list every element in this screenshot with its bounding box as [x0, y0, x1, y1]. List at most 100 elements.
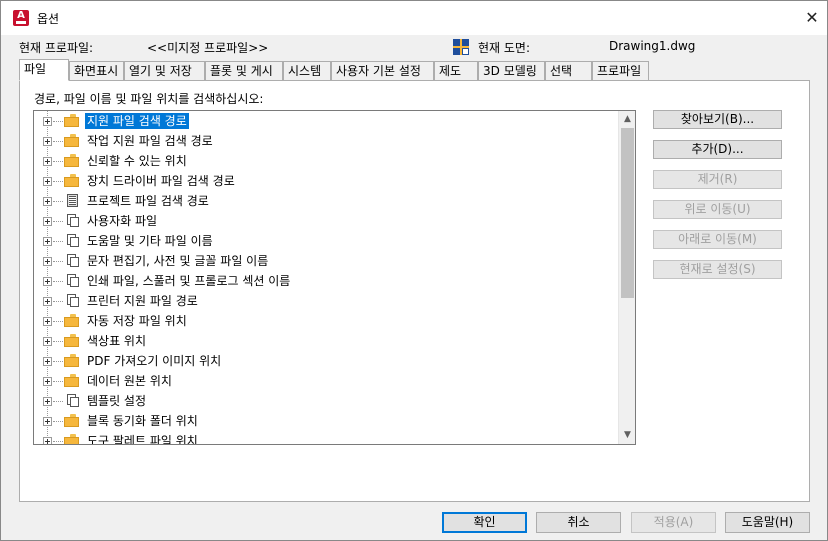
expand-icon[interactable] [43, 257, 52, 266]
tree-item-label: 템플릿 설정 [87, 394, 147, 408]
cancel-button[interactable]: 취소 [536, 512, 621, 533]
expand-icon[interactable] [43, 177, 52, 186]
folder-icon [64, 314, 79, 327]
expand-icon[interactable] [43, 377, 52, 386]
folder-icon [64, 134, 79, 147]
tree-item-label: 프린터 지원 파일 경로 [87, 294, 198, 308]
tree-item-label: 문자 편집기, 사전 및 글꼴 파일 이름 [87, 254, 269, 268]
tree-scrollbar[interactable]: ▲ ▼ [618, 111, 635, 444]
folder-icon [64, 334, 79, 347]
files-tab-panel: 경로, 파일 이름 및 파일 위치를 검색하십시오: 지원 파일 검색 경로 작… [19, 80, 810, 502]
folder-icon [64, 114, 79, 127]
tree-item[interactable]: 도구 팔레트 파일 위치 [34, 431, 618, 445]
tab-plot-publish[interactable]: 플롯 및 게시 [205, 61, 283, 81]
expand-icon[interactable] [43, 237, 52, 246]
tab-open-save[interactable]: 열기 및 저장 [124, 61, 205, 81]
tree-item[interactable]: 프린터 지원 파일 경로 [34, 291, 618, 311]
tab-system[interactable]: 시스템 [283, 61, 331, 81]
set-current-button[interactable]: 현재로 설정(S) [653, 260, 782, 279]
folder-icon [64, 354, 79, 367]
expand-icon[interactable] [43, 417, 52, 426]
options-dialog: A 옵션 ✕ 현재 프로파일: <<미지정 프로파일>> 현재 도면: Draw… [0, 0, 828, 541]
tab-3d-modeling[interactable]: 3D 모델링 [478, 61, 545, 81]
tree-item[interactable]: 템플릿 설정 [34, 391, 618, 411]
tab-display[interactable]: 화면표시 [69, 61, 124, 81]
documents-icon [64, 274, 79, 287]
project-icon [64, 194, 79, 207]
tree-item[interactable]: 인쇄 파일, 스풀러 및 프롤로그 섹션 이름 [34, 271, 618, 291]
tree-item[interactable]: 자동 저장 파일 위치 [34, 311, 618, 331]
tree-item-label: 프로젝트 파일 검색 경로 [87, 194, 209, 208]
chevron-down-icon[interactable]: ▼ [619, 427, 635, 444]
tab-files[interactable]: 파일 [19, 59, 69, 81]
tree-item-label: 자동 저장 파일 위치 [87, 314, 187, 328]
current-profile-label: 현재 프로파일: [19, 41, 94, 55]
tree-item[interactable]: 데이터 원본 위치 [34, 371, 618, 391]
tree-item-label: 도움말 및 기타 파일 이름 [87, 234, 213, 248]
expand-icon[interactable] [43, 297, 52, 306]
folder-icon [64, 174, 79, 187]
move-up-button[interactable]: 위로 이동(U) [653, 200, 782, 219]
panel-instruction: 경로, 파일 이름 및 파일 위치를 검색하십시오: [34, 92, 264, 106]
expand-icon[interactable] [43, 277, 52, 286]
expand-icon[interactable] [43, 437, 52, 444]
tree-item-label: PDF 가져오기 이미지 위치 [87, 354, 222, 368]
browse-button[interactable]: 찾아보기(B)... [653, 110, 782, 129]
tab-drafting[interactable]: 제도 [434, 61, 478, 81]
documents-icon [64, 294, 79, 307]
title-bar: A 옵션 ✕ [1, 1, 827, 35]
tree-item-label: 지원 파일 검색 경로 [85, 113, 189, 129]
expand-icon[interactable] [43, 397, 52, 406]
scrollbar-thumb[interactable] [621, 128, 634, 298]
folder-icon [64, 154, 79, 167]
tree-item-label: 사용자화 파일 [87, 214, 158, 228]
window-title: 옵션 [37, 12, 60, 26]
remove-button[interactable]: 제거(R) [653, 170, 782, 189]
expand-icon[interactable] [43, 157, 52, 166]
tree-item-label: 신뢰할 수 있는 위치 [87, 154, 187, 168]
folder-icon [64, 374, 79, 387]
expand-icon[interactable] [43, 357, 52, 366]
documents-icon [64, 394, 79, 407]
tree-item[interactable]: 색상표 위치 [34, 331, 618, 351]
tree-item-label: 블록 동기화 폴더 위치 [87, 414, 198, 428]
tree-item[interactable]: PDF 가져오기 이미지 위치 [34, 351, 618, 371]
expand-icon[interactable] [43, 337, 52, 346]
tree-item[interactable]: 지원 파일 검색 경로 [34, 111, 618, 131]
drawing-file-icon [453, 39, 469, 55]
tree-item[interactable]: 블록 동기화 폴더 위치 [34, 411, 618, 431]
expand-icon[interactable] [43, 117, 52, 126]
tree-item[interactable]: 사용자화 파일 [34, 211, 618, 231]
expand-icon[interactable] [43, 137, 52, 146]
move-down-button[interactable]: 아래로 이동(M) [653, 230, 782, 249]
tree-item[interactable]: 프로젝트 파일 검색 경로 [34, 191, 618, 211]
tab-user-preferences[interactable]: 사용자 기본 설정 [331, 61, 434, 81]
add-button[interactable]: 추가(D)... [653, 140, 782, 159]
tab-selection[interactable]: 선택 [545, 61, 592, 81]
tree-item[interactable]: 문자 편집기, 사전 및 글꼴 파일 이름 [34, 251, 618, 271]
autocad-app-icon: A [13, 10, 29, 26]
tree-item-label: 작업 지원 파일 검색 경로 [87, 134, 213, 148]
tab-profiles[interactable]: 프로파일 [592, 61, 649, 81]
folder-icon [64, 434, 79, 444]
tree-item-label: 장치 드라이버 파일 검색 경로 [87, 174, 235, 188]
tree-item-label: 인쇄 파일, 스풀러 및 프롤로그 섹션 이름 [87, 274, 291, 288]
ok-button[interactable]: 확인 [442, 512, 527, 533]
documents-icon [64, 234, 79, 247]
tree-item-label: 도구 팔레트 파일 위치 [87, 434, 198, 445]
tree-item[interactable]: 신뢰할 수 있는 위치 [34, 151, 618, 171]
documents-icon [64, 254, 79, 267]
help-button[interactable]: 도움말(H) [725, 512, 810, 533]
expand-icon[interactable] [43, 317, 52, 326]
apply-button[interactable]: 적용(A) [631, 512, 716, 533]
expand-icon[interactable] [43, 197, 52, 206]
close-icon[interactable]: ✕ [797, 1, 827, 35]
current-drawing-value: Drawing1.dwg [609, 39, 696, 53]
documents-icon [64, 214, 79, 227]
tree-item[interactable]: 도움말 및 기타 파일 이름 [34, 231, 618, 251]
search-paths-tree[interactable]: 지원 파일 검색 경로 작업 지원 파일 검색 경로 신뢰할 수 있는 위치 장… [33, 110, 636, 445]
expand-icon[interactable] [43, 217, 52, 226]
chevron-up-icon[interactable]: ▲ [619, 111, 635, 128]
tree-item[interactable]: 장치 드라이버 파일 검색 경로 [34, 171, 618, 191]
tree-item[interactable]: 작업 지원 파일 검색 경로 [34, 131, 618, 151]
